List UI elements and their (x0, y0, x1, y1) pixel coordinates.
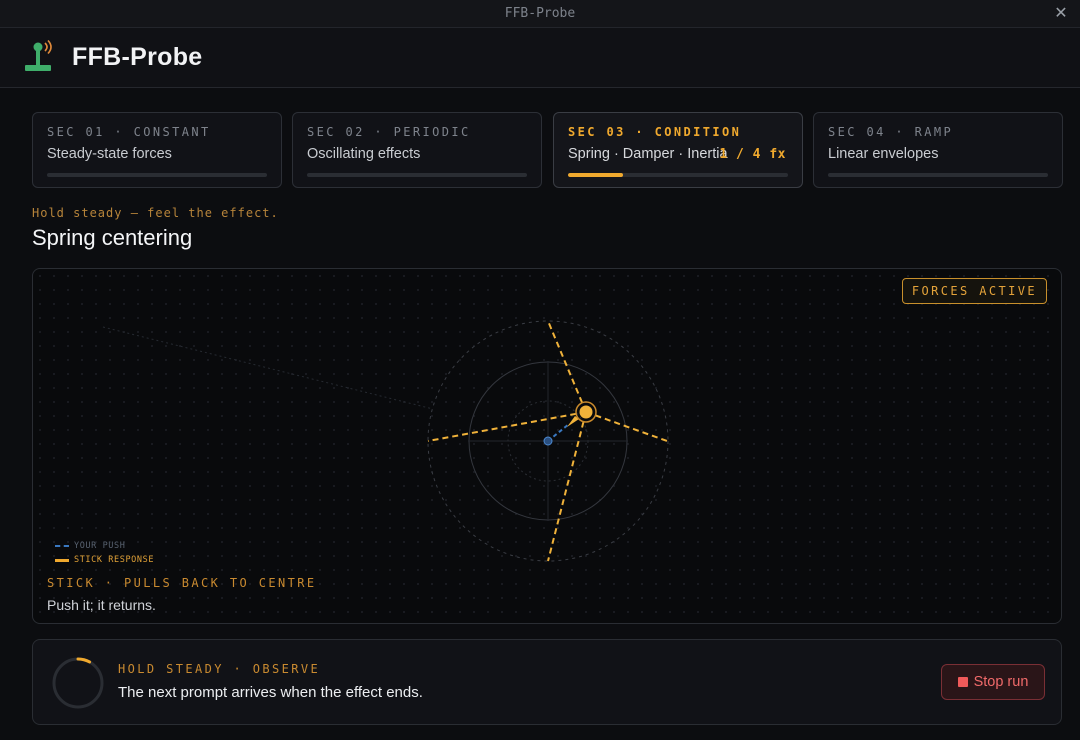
phase-label: HOLD STEADY · OBSERVE (118, 662, 321, 676)
app-header: FFB-Probe (0, 28, 1080, 88)
legend-push-swatch (55, 545, 69, 547)
trail-line (102, 326, 434, 410)
legend-response-label: STICK RESPONSE (74, 555, 155, 565)
ring-track (52, 657, 104, 709)
force-diagram (102, 320, 669, 562)
legend-your-push: YOUR PUSH (55, 539, 154, 553)
stage-subtext: Push it; it returns. (47, 597, 156, 613)
legend-response-swatch (55, 558, 69, 562)
centre-point (543, 436, 553, 446)
response-line-up (547, 320, 587, 413)
legend: YOUR PUSH STICK RESPONSE (55, 539, 154, 567)
effect-count: 1 / 4 fx (719, 147, 786, 162)
stop-run-button[interactable]: Stop run (941, 664, 1045, 700)
section-tag: SEC 04 · RAMP (828, 125, 954, 139)
phase-message: The next prompt arrives when the effect … (118, 684, 423, 701)
phase-progress-ring (52, 657, 104, 709)
close-icon[interactable]: ✕ (1052, 5, 1070, 23)
section-tab-condition[interactable]: SEC 03 · CONDITION Spring · Damper · Ine… (553, 112, 803, 188)
joystick-signal-icon (25, 40, 52, 71)
forces-active-badge: FORCES ACTIVE (901, 278, 1047, 304)
section-tab-constant[interactable]: SEC 01 · CONSTANT Steady-state forces (32, 112, 282, 188)
response-line-down (547, 411, 587, 562)
stage-caption: STICK · PULLS BACK TO CENTRE (47, 576, 317, 590)
section-tab-ramp[interactable]: SEC 04 · RAMP Linear envelopes (813, 112, 1063, 188)
section-name: Oscillating effects (307, 146, 421, 162)
section-progress-fill (568, 173, 623, 177)
status-panel: HOLD STEADY · OBSERVE The next prompt ar… (32, 639, 1062, 725)
section-progress-bar (828, 173, 1048, 177)
window-title: FFB-Probe (504, 6, 576, 21)
section-progress-bar (307, 173, 527, 177)
stick-position-marker (579, 405, 593, 419)
section-tag: SEC 01 · CONSTANT (47, 125, 211, 139)
section-name: Steady-state forces (47, 146, 172, 162)
section-name: Linear envelopes (828, 146, 939, 162)
section-progress-bar (568, 173, 788, 177)
section-tag: SEC 02 · PERIODIC (307, 125, 471, 139)
section-tabs: SEC 01 · CONSTANT Steady-state forces SE… (32, 112, 1063, 188)
section-progress-bar (47, 173, 267, 177)
section-tab-periodic[interactable]: SEC 02 · PERIODIC Oscillating effects (292, 112, 542, 188)
legend-push-label: YOUR PUSH (74, 541, 126, 551)
section-tag: SEC 03 · CONDITION (568, 125, 742, 139)
response-line-left (427, 411, 587, 442)
window-titlebar: FFB-Probe ✕ (0, 0, 1080, 28)
app-name: FFB-Probe (72, 43, 203, 71)
stop-icon (957, 677, 968, 687)
effect-heading: Spring centering (32, 225, 193, 250)
force-visualizer: FORCES ACTIVE YOUR PUSH STICK RESPONSE S… (32, 268, 1062, 624)
legend-stick-response: STICK RESPONSE (55, 553, 154, 567)
stop-run-label: Stop run (973, 674, 1029, 690)
prompt-text: Hold steady — feel the effect. (32, 206, 279, 220)
